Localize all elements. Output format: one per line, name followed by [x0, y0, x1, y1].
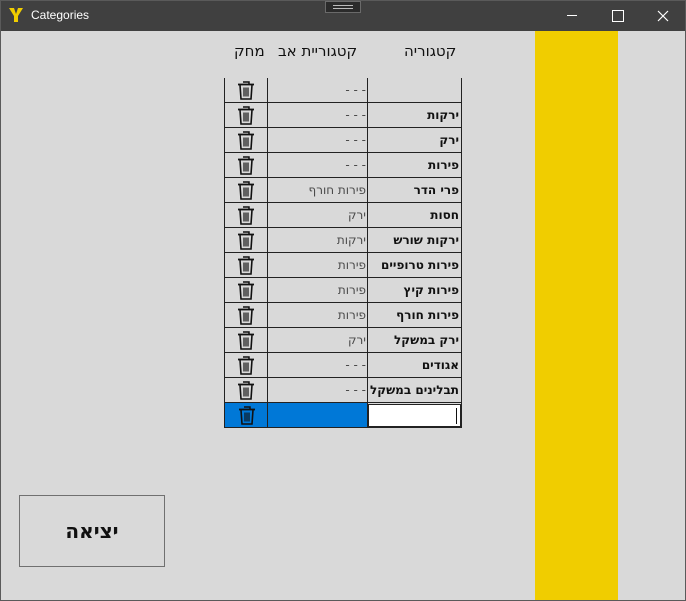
header-delete: מחק — [234, 42, 265, 60]
trash-icon — [238, 256, 254, 275]
delete-row-button[interactable] — [224, 103, 268, 127]
new-category-input[interactable] — [368, 404, 461, 427]
app-logo-icon — [9, 8, 23, 22]
maximize-button[interactable] — [594, 0, 640, 31]
trash-icon — [238, 156, 254, 175]
trash-icon — [238, 181, 254, 200]
header-category: קטגוריה — [404, 42, 457, 60]
table-row[interactable]: אגודים - - - — [224, 353, 462, 378]
delete-row-button[interactable] — [224, 178, 268, 202]
trash-icon — [238, 206, 254, 225]
parent-category-cell[interactable]: ירק — [268, 328, 368, 352]
category-name[interactable]: אגודים — [368, 353, 462, 377]
close-icon — [657, 10, 669, 22]
table-row[interactable]: ירק במשקל ירק — [224, 328, 462, 353]
category-name[interactable]: ירק — [368, 128, 462, 152]
trash-icon — [238, 381, 254, 400]
delete-row-button[interactable] — [224, 203, 268, 227]
category-name[interactable]: פירות — [368, 153, 462, 177]
delete-row-button[interactable] — [224, 353, 268, 377]
side-color-stripe — [535, 31, 618, 601]
table-row[interactable]: ירקות שורש ירקות — [224, 228, 462, 253]
delete-row-button[interactable] — [224, 253, 268, 277]
delete-row-button[interactable] — [224, 228, 268, 252]
table-row[interactable]: פרי הדר פירות חורף — [224, 178, 462, 203]
trash-icon — [238, 81, 254, 100]
table-row[interactable]: ירקות - - - — [224, 103, 462, 128]
minimize-button[interactable] — [549, 0, 595, 31]
delete-row-button[interactable] — [224, 128, 268, 152]
parent-category-cell[interactable]: פירות — [268, 303, 368, 327]
exit-button[interactable]: יציאה — [19, 495, 165, 567]
parent-category-cell[interactable]: - - - — [268, 378, 368, 402]
delete-row-button[interactable] — [224, 378, 268, 402]
parent-category-cell[interactable]: - - - — [268, 78, 368, 102]
close-button[interactable] — [640, 0, 686, 31]
parent-category-cell[interactable]: - - - — [268, 153, 368, 177]
new-category-row[interactable] — [224, 403, 462, 428]
parent-category-cell[interactable]: - - - — [268, 353, 368, 377]
parent-category-cell[interactable]: ירק — [268, 203, 368, 227]
trash-icon — [239, 406, 255, 425]
category-name[interactable]: פרי הדר — [368, 178, 462, 202]
table-row[interactable]: חסות ירק — [224, 203, 462, 228]
category-name[interactable]: פירות חורף — [368, 303, 462, 327]
trash-icon — [238, 231, 254, 250]
category-name[interactable]: פירות טרופיים — [368, 253, 462, 277]
trash-icon — [238, 281, 254, 300]
trash-icon — [238, 356, 254, 375]
delete-row-button[interactable] — [224, 303, 268, 327]
parent-category-cell[interactable]: פירות — [268, 278, 368, 302]
trash-icon — [238, 331, 254, 350]
window-title: Categories — [31, 8, 90, 22]
category-name[interactable]: ירק במשקל — [368, 328, 462, 352]
parent-category-cell[interactable]: - - - — [268, 128, 368, 152]
table-row[interactable]: תבלינים במשקל - - - — [224, 378, 462, 403]
parent-category-cell[interactable]: פירות — [268, 253, 368, 277]
drag-grip-handle[interactable] — [325, 1, 361, 13]
parent-category-cell[interactable]: ירקות — [268, 228, 368, 252]
title-bar: Categories — [0, 0, 686, 31]
category-name[interactable]: תבלינים במשקל — [368, 378, 462, 402]
table-row[interactable]: - - - — [224, 78, 462, 103]
category-name[interactable] — [368, 78, 462, 102]
header-parent-category: קטגוריית אב — [278, 42, 358, 60]
table-row[interactable]: פירות טרופיים פירות — [224, 253, 462, 278]
category-name[interactable]: ירקות שורש — [368, 228, 462, 252]
parent-category-cell[interactable]: - - - — [268, 103, 368, 127]
trash-icon — [238, 306, 254, 325]
category-name[interactable]: פירות קיץ — [368, 278, 462, 302]
table-row[interactable]: פירות חורף פירות — [224, 303, 462, 328]
trash-icon — [238, 106, 254, 125]
category-name[interactable]: חסות — [368, 203, 462, 227]
delete-row-button[interactable] — [224, 153, 268, 177]
trash-icon — [238, 131, 254, 150]
delete-row-button[interactable] — [224, 278, 268, 302]
table-row[interactable]: פירות - - - — [224, 153, 462, 178]
category-name[interactable]: ירקות — [368, 103, 462, 127]
parent-category-cell[interactable]: פירות חורף — [268, 178, 368, 202]
delete-row-button[interactable] — [225, 403, 267, 427]
delete-row-button[interactable] — [224, 78, 268, 102]
table-row[interactable]: ירק - - - — [224, 128, 462, 153]
table-row[interactable]: פירות קיץ פירות — [224, 278, 462, 303]
delete-row-button[interactable] — [224, 328, 268, 352]
new-parent-category-cell[interactable] — [268, 403, 367, 427]
